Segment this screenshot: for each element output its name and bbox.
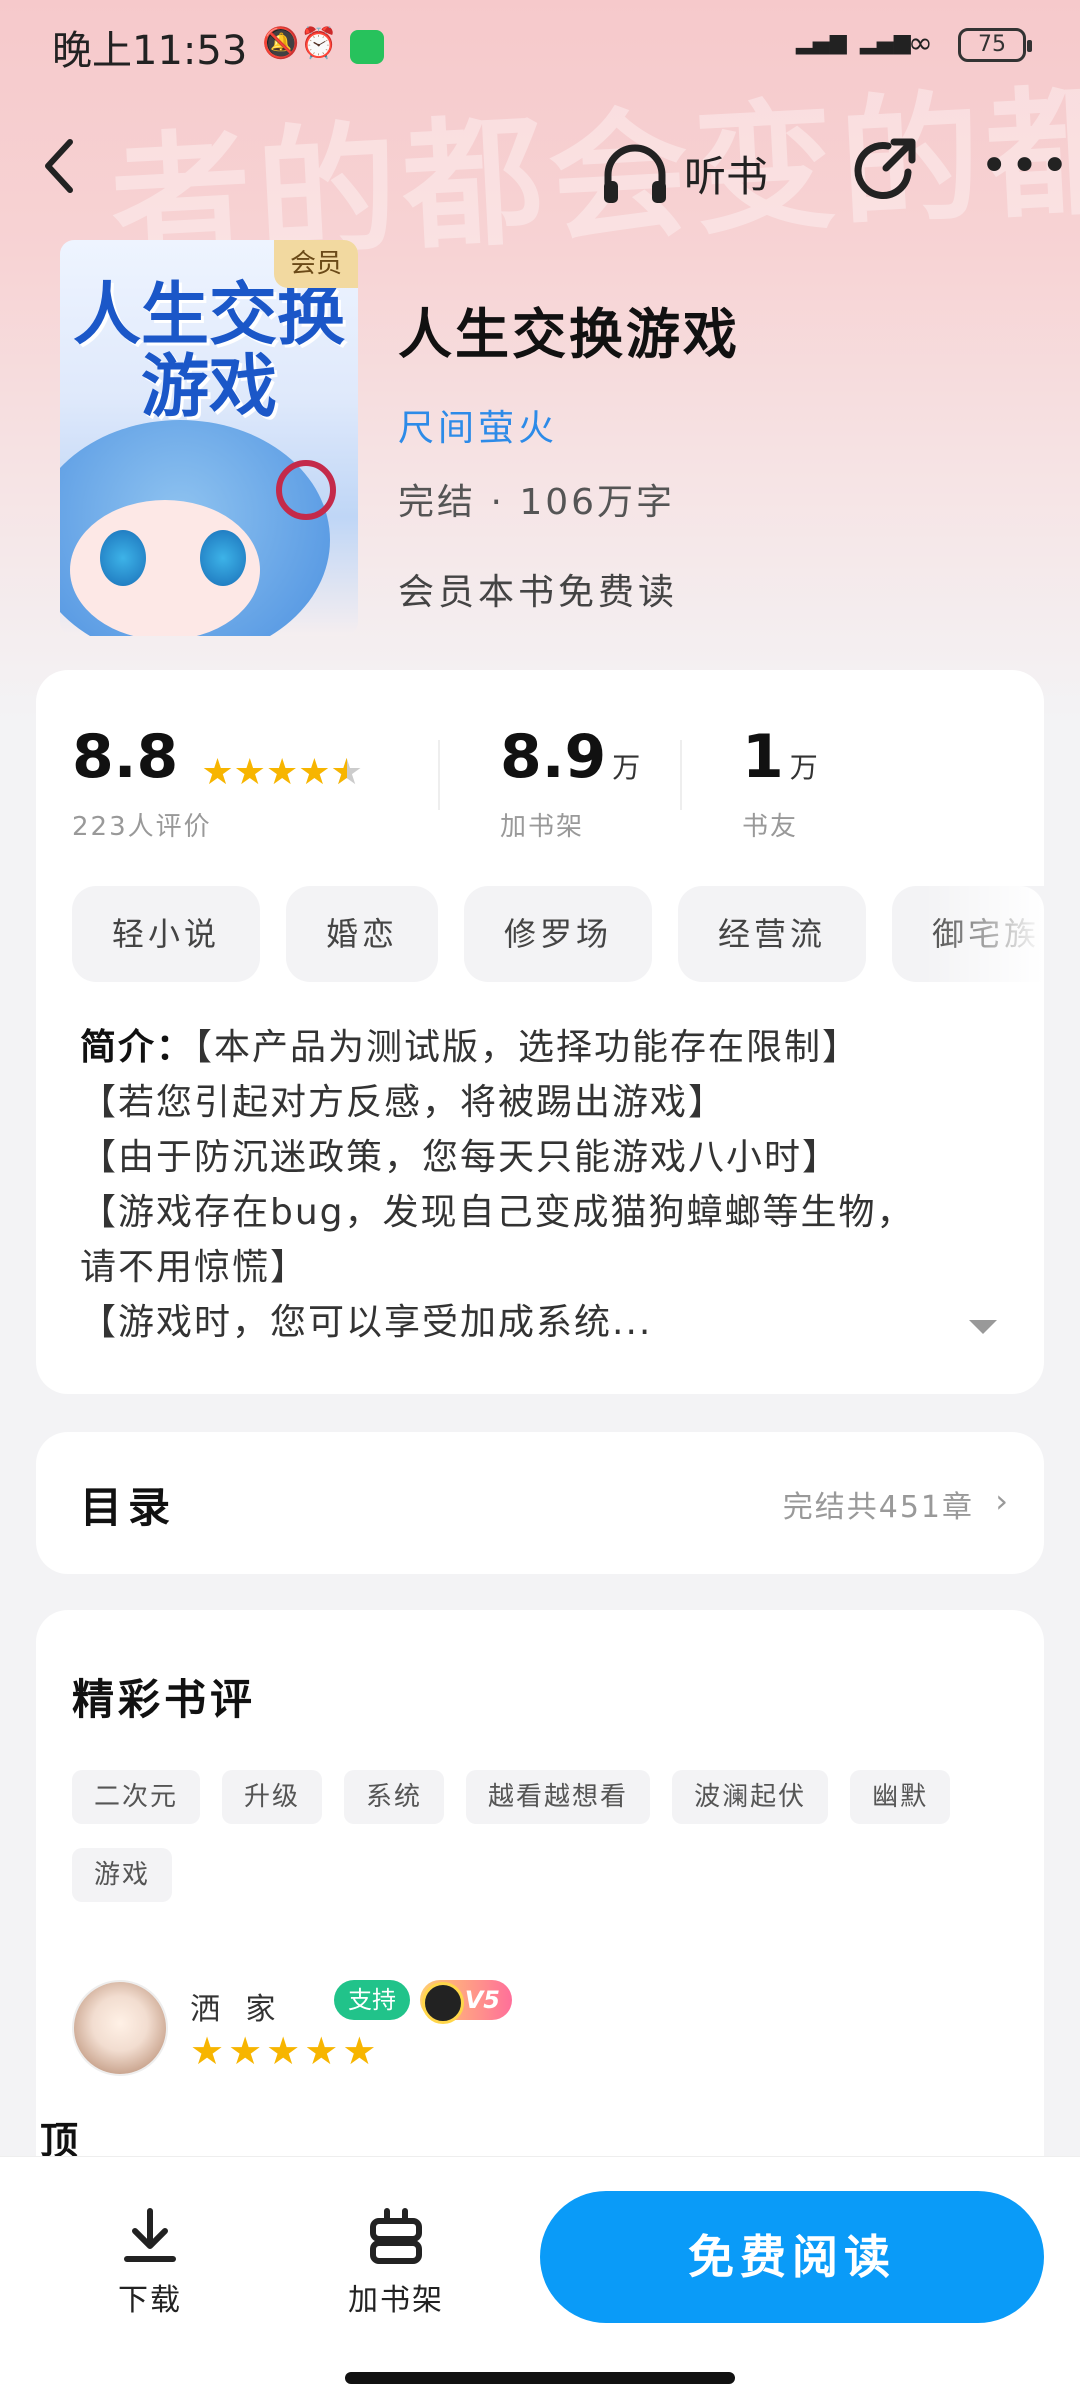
caret-down-icon [969, 1320, 997, 1334]
review-tag[interactable]: 游戏 [72, 1848, 173, 1902]
review-item[interactable]: 洒 家 支持 V5 ★ ★ ★ ★ ★ [72, 1980, 1012, 2090]
fans-value: 1 [742, 722, 784, 792]
book-cover[interactable]: 人生交换游戏 会员 [60, 240, 358, 636]
status-bar: 晚上11:53 🔕 ⏰ ▂▄▆ ▂▄▆ ∞ 75 [0, 0, 1080, 90]
signal-5g-icon: ▂▄▆ [796, 30, 847, 55]
intro-label: 简介： [80, 1027, 195, 1068]
link-icon: ∞ [908, 26, 933, 61]
expand-intro-button[interactable] [966, 1310, 1000, 1344]
vip-badge: 会员 [274, 240, 358, 288]
star-icon: ★ [265, 751, 299, 793]
cover-art-ribbon [276, 460, 336, 520]
cover-title: 人生交换游戏 [72, 276, 345, 427]
cover-art-eye [200, 530, 246, 586]
review-stars: ★ ★ ★ ★ ★ [190, 2032, 380, 2070]
rating-stars: ★ ★ ★ ★ ★ [201, 751, 363, 793]
mute-icon: 🔕 [262, 26, 300, 61]
fans-unit: 万 [789, 751, 818, 784]
listen-button[interactable]: 听书 [600, 138, 768, 208]
review-tag[interactable]: 越看越想看 [466, 1770, 651, 1824]
star-icon: ★ [233, 751, 266, 793]
book-meta: 完结 · 106万字 [398, 482, 676, 523]
intro-line: 请不用惊慌】 [80, 1247, 309, 1288]
reviews-title: 精彩书评 [72, 1675, 257, 1724]
star-icon: ★ [298, 751, 331, 793]
add-shelf-button[interactable]: 加书架 [336, 2207, 456, 2319]
add-shelf-label: 加书架 [348, 2283, 444, 2318]
fans-caption: 书友 [742, 812, 799, 842]
star-icon: ★ [266, 2029, 301, 2073]
app-notification-icon [350, 30, 384, 64]
share-icon [854, 138, 916, 199]
download-label: 下载 [118, 2283, 182, 2318]
intro-line: 【游戏存在bug，发现自己变成猫狗蟑螂等生物， [80, 1192, 915, 1233]
rating-value: 8.8 [72, 722, 179, 792]
toc-title: 目录 [80, 1483, 177, 1532]
share-button[interactable] [850, 134, 920, 204]
intro-line: 【若您引起对方反感，将被踢出游戏】 [80, 1082, 727, 1123]
review-tag[interactable]: 幽默 [850, 1770, 951, 1824]
toc-count: 完结共451章 [782, 1490, 974, 1525]
star-icon: ★ [201, 751, 234, 793]
review-tag[interactable]: 升级 [222, 1770, 323, 1824]
status-time: 晚上11:53 [52, 28, 248, 74]
star-icon: ★ [228, 2029, 263, 2073]
download-icon [124, 2208, 176, 2262]
support-badge: 支持 [334, 1980, 410, 2020]
shelf-caption: 加书架 [500, 812, 585, 842]
book-detail-card: 8.8 ★ ★ ★ ★ ★ 223人评价 8.9万 加书架 1万 书友 轻小说婚… [36, 670, 1044, 1394]
star-icon: ★ [304, 2029, 339, 2073]
cover-art-eye [100, 530, 146, 586]
star-half-icon: ★ [331, 754, 363, 791]
fans-stat: 1万 书友 [742, 722, 818, 843]
category-tag[interactable]: 轻小说 [72, 886, 261, 982]
free-read-button[interactable]: 免费阅读 [540, 2191, 1044, 2323]
bottom-action-bar: 下载 加书架 免费阅读 [0, 2156, 1080, 2400]
divider [438, 740, 440, 810]
rating-caption: 223人评价 [72, 812, 212, 842]
category-tag[interactable]: 婚恋 [286, 886, 439, 982]
alarm-icon: ⏰ [300, 26, 338, 61]
category-tag[interactable]: 经营流 [678, 886, 867, 982]
tags-fade [924, 886, 1044, 986]
avatar[interactable] [72, 1980, 168, 2076]
battery-indicator: 75 [958, 28, 1032, 62]
review-tags: 二次元 升级 系统 越看越想看 波澜起伏 幽默游戏 [72, 1770, 1012, 1926]
category-tag[interactable]: 修罗场 [464, 886, 653, 982]
vip-free-note: 会员本书免费读 [398, 572, 679, 613]
download-button[interactable]: 下载 [90, 2207, 210, 2319]
toc-card[interactable]: 目录 完结共451章 › [36, 1432, 1044, 1574]
book-info: 人生交换游戏 尺间萤火 完结 · 106万字 会员本书免费读 [398, 290, 1038, 615]
book-title: 人生交换游戏 [398, 303, 740, 366]
back-button[interactable] [40, 136, 100, 206]
category-tags: 轻小说婚恋修罗场经营流御宅族 [72, 886, 1044, 986]
rating-stat[interactable]: 8.8 ★ ★ ★ ★ ★ 223人评价 [72, 722, 363, 843]
review-tag[interactable]: 波澜起伏 [672, 1770, 829, 1824]
more-icon[interactable]: ••• [980, 142, 1069, 196]
intro-line: 【本产品为测试版，选择功能存在限制】 [194, 1027, 861, 1068]
chevron-right-icon: › [995, 1482, 1008, 1520]
shelf-unit: 万 [612, 751, 641, 784]
star-icon: ★ [342, 2029, 377, 2073]
vip-level-badge: V5 [420, 1980, 512, 2024]
bookshelf-icon [370, 2208, 422, 2264]
star-icon: ★ [190, 2029, 225, 2073]
review-tag[interactable]: 系统 [344, 1770, 445, 1824]
home-indicator[interactable] [345, 2372, 735, 2384]
shelf-value: 8.9 [500, 722, 607, 792]
chevron-left-icon [45, 139, 73, 193]
listen-label: 听书 [684, 151, 769, 201]
top-navigation: 听书 ••• [0, 120, 1080, 220]
headphones-icon [604, 144, 666, 203]
divider [680, 740, 682, 810]
signal-4g-icon: ▂▄▆ [860, 30, 911, 55]
intro-line: 【游戏时，您可以享受加成系统... [80, 1302, 653, 1343]
review-tag[interactable]: 二次元 [72, 1770, 201, 1824]
book-author-link[interactable]: 尺间萤火 [398, 399, 1038, 451]
shelf-stat: 8.9 万 加书架 [500, 722, 640, 843]
book-intro[interactable]: 简介：【本产品为测试版，选择功能存在限制】 【若您引起对方反感，将被踢出游戏】 … [80, 1020, 1010, 1350]
intro-line: 【由于防沉迷政策，您每天只能游戏八小时】 [80, 1137, 841, 1178]
reviewer-name: 洒 家 [190, 1992, 284, 2027]
